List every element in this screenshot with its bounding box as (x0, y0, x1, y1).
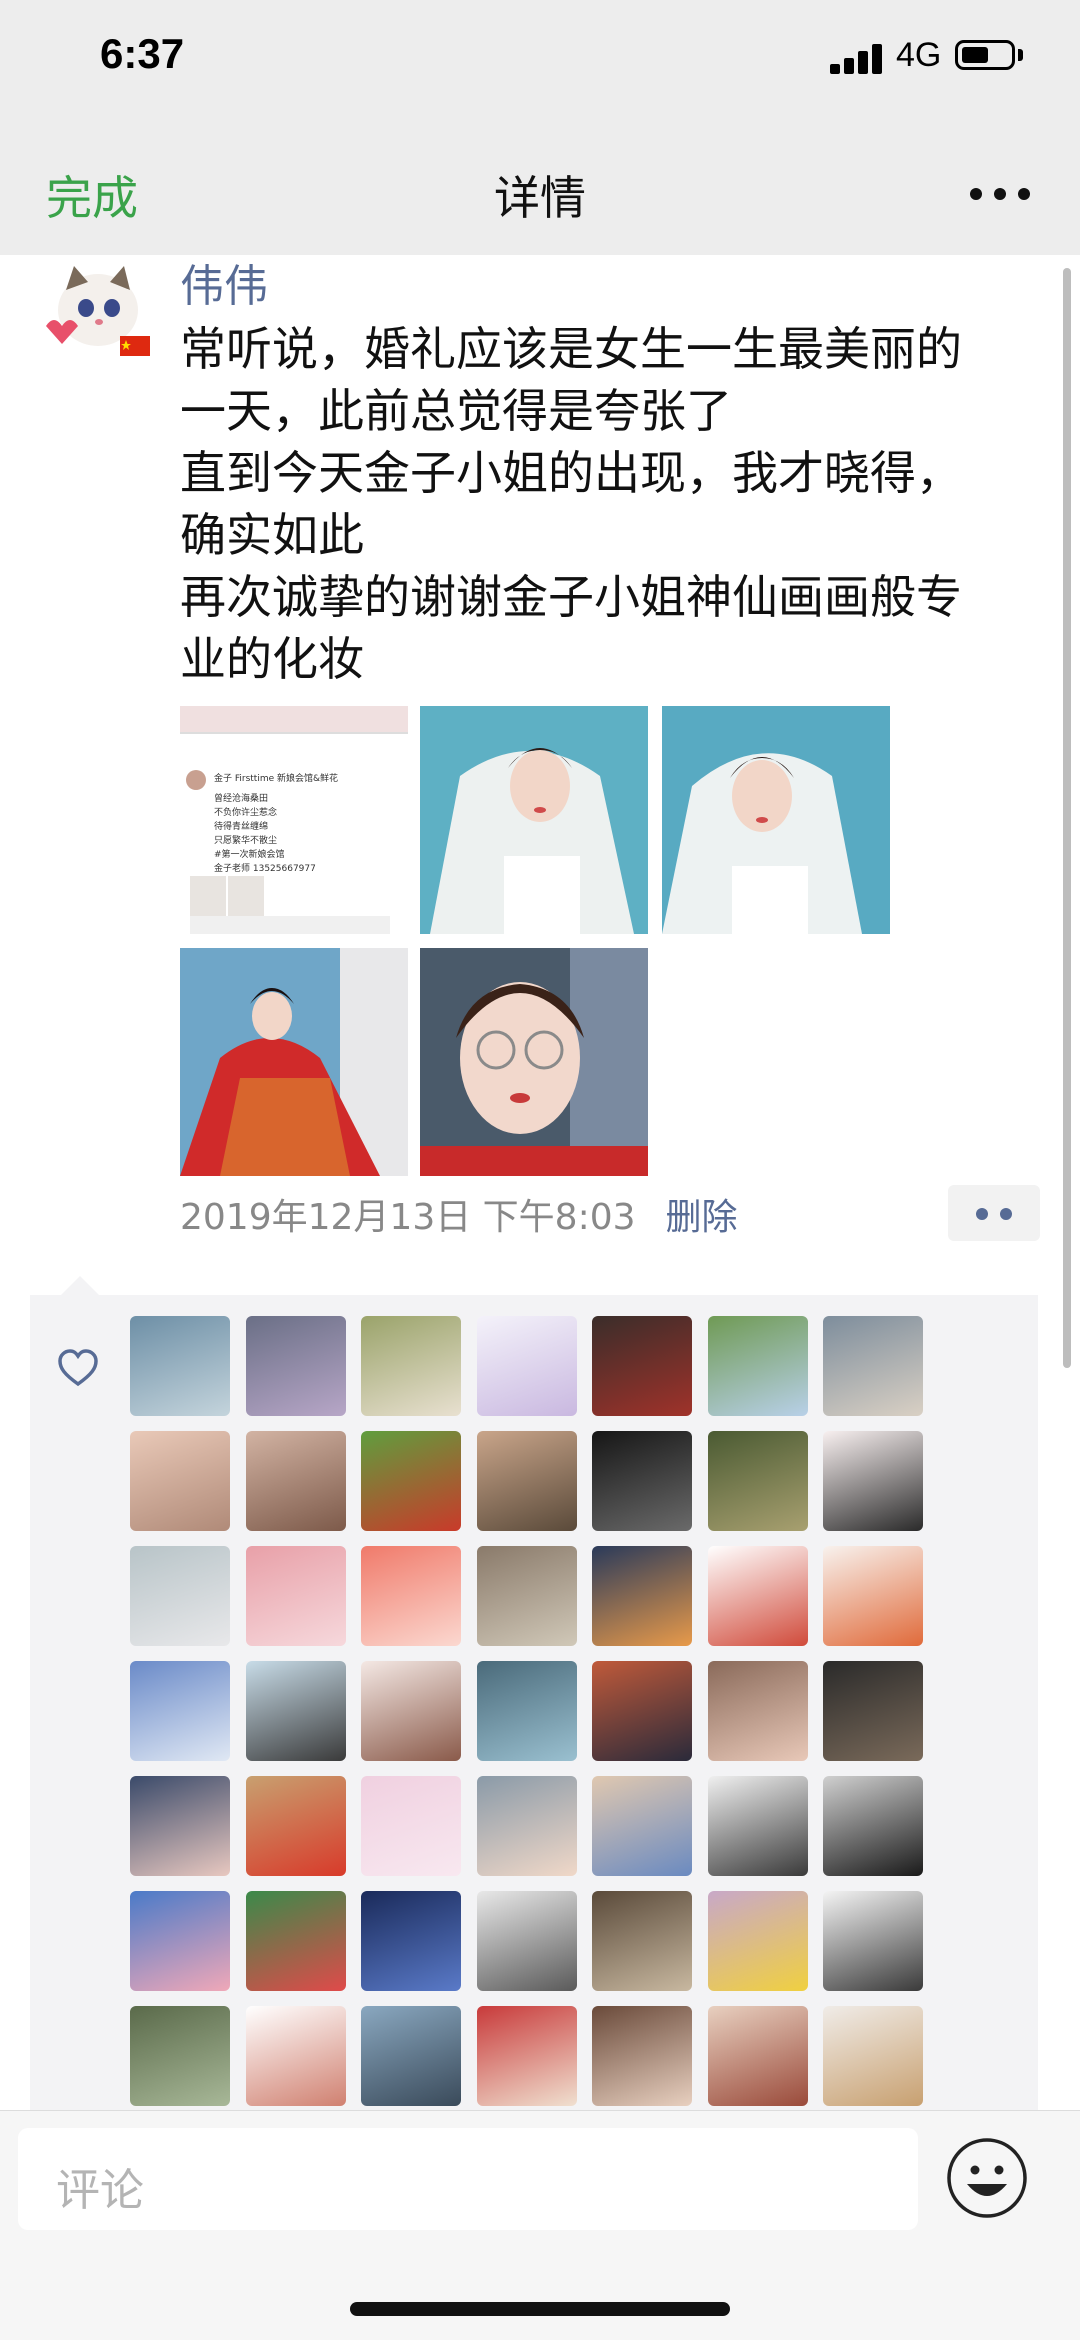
like-avatar[interactable] (245, 1776, 346, 1876)
post-meta: 2019年12月13日 下午8:03 删除 (180, 1188, 738, 1240)
like-avatar[interactable] (361, 1546, 461, 1646)
more-dots-icon[interactable] (970, 188, 1030, 202)
like-avatar[interactable] (130, 1776, 230, 1876)
like-avatar[interactable] (130, 1661, 230, 1761)
battery-icon (955, 40, 1015, 70)
post-photo-2[interactable] (420, 706, 648, 934)
emoji-face-icon[interactable] (945, 2136, 1029, 2220)
like-avatar[interactable] (823, 1431, 923, 1531)
like-avatar[interactable] (592, 1661, 692, 1761)
nav-bar: 完成 详情 (0, 130, 1080, 255)
like-avatar[interactable] (476, 2006, 577, 2106)
like-avatar[interactable] (823, 1546, 923, 1646)
like-avatar[interactable] (823, 2006, 923, 2106)
post-photo-5[interactable] (420, 948, 648, 1176)
avatar[interactable] (36, 262, 152, 362)
like-avatar[interactable] (361, 1776, 461, 1876)
like-avatar[interactable] (592, 1431, 692, 1531)
like-avatar[interactable] (361, 1891, 461, 1991)
post-line: 业的化妆 (180, 632, 364, 686)
comment-input[interactable]: 评论 (18, 2128, 918, 2230)
post-photo-3[interactable] (662, 706, 890, 934)
likes-pointer (60, 1276, 100, 1296)
like-avatar[interactable] (476, 1316, 577, 1416)
like-avatar[interactable] (130, 1431, 230, 1531)
like-avatar[interactable] (823, 1776, 923, 1876)
post-line: 确实如此 (180, 508, 364, 562)
like-avatar[interactable] (361, 1431, 461, 1531)
photo-caption: 金子老师 13525667977 (214, 864, 316, 874)
like-avatar[interactable] (130, 1546, 230, 1646)
delete-link[interactable]: 删除 (666, 1197, 738, 1238)
like-avatar[interactable] (823, 1316, 923, 1416)
like-avatar[interactable] (476, 1891, 577, 1991)
page-title: 详情 (494, 171, 586, 225)
like-avatar[interactable] (130, 1316, 230, 1416)
like-avatar[interactable] (707, 1776, 808, 1876)
post-line: 直到今天金子小姐的出现，我才晓得， (180, 446, 962, 500)
post-photo-1[interactable]: 金子 Firsttime 新娘会馆&鲜花 曾经沧海桑田 不负你许尘惹念 待得青丝… (180, 706, 408, 934)
like-avatar[interactable] (476, 1546, 577, 1646)
like-avatar[interactable] (707, 1661, 808, 1761)
like-avatar[interactable] (245, 1661, 346, 1761)
status-bar: 6:37 4G (0, 0, 1080, 130)
network-type: 4G (896, 36, 942, 74)
photo-caption: 不负你许尘惹念 (214, 808, 278, 818)
home-indicator[interactable] (350, 2302, 730, 2316)
like-avatar[interactable] (592, 2006, 692, 2106)
like-avatar[interactable] (476, 1776, 577, 1876)
post-text: 常听说，婚礼应该是女生一生最美丽的 一天，此前总觉得是夸张了 直到今天金子小姐的… (180, 318, 1040, 690)
like-avatar[interactable] (707, 2006, 808, 2106)
signal-icon (830, 42, 886, 74)
status-time: 6:37 (100, 30, 185, 77)
like-avatar[interactable] (707, 1316, 808, 1416)
battery-tip (1018, 49, 1023, 61)
post-line: 一天，此前总觉得是夸张了 (180, 384, 732, 438)
like-avatar[interactable] (823, 1661, 923, 1761)
post-photo-4[interactable] (180, 948, 408, 1176)
post-line: 常听说，婚礼应该是女生一生最美丽的 (180, 322, 962, 376)
post-username[interactable]: 伟伟 (180, 250, 268, 314)
like-avatar[interactable] (707, 1891, 808, 1991)
like-avatar[interactable] (592, 1546, 692, 1646)
like-avatar[interactable] (130, 1891, 230, 1991)
like-avatar[interactable] (245, 1891, 346, 1991)
post-timestamp: 2019年12月13日 下午8:03 (180, 1197, 636, 1238)
like-avatar[interactable] (707, 1431, 808, 1531)
post-line: 再次诚挚的谢谢金子小姐神仙画画般专 (180, 570, 962, 624)
photo-caption: 只愿繁华不散尘 (214, 836, 278, 846)
heart-outline-icon (56, 1348, 100, 1388)
like-avatar[interactable] (130, 2006, 230, 2106)
photo-caption: 曾经沧海桑田 (214, 794, 269, 804)
like-avatar[interactable] (476, 1661, 577, 1761)
like-avatar[interactable] (245, 1431, 346, 1531)
like-avatar[interactable] (707, 1546, 808, 1646)
like-avatar[interactable] (823, 1891, 923, 1991)
like-avatar[interactable] (245, 1546, 346, 1646)
photo-caption: #第一次新娘会馆 (214, 850, 285, 860)
like-avatar[interactable] (361, 1661, 461, 1761)
like-avatar[interactable] (592, 1891, 692, 1991)
like-avatar[interactable] (476, 1431, 577, 1531)
comment-placeholder: 评论 (56, 2165, 144, 2216)
like-avatar[interactable] (361, 2006, 461, 2106)
like-avatar[interactable] (592, 1776, 692, 1876)
photo-caption: 金子 Firsttime 新娘会馆&鲜花 (214, 774, 339, 784)
photo-caption: 待得青丝缠绵 (214, 822, 269, 832)
post-actions-button[interactable] (948, 1185, 1040, 1241)
like-avatar[interactable] (592, 1316, 692, 1416)
like-avatar[interactable] (245, 1316, 346, 1416)
like-avatar[interactable] (245, 2006, 346, 2106)
scrollbar[interactable] (1063, 268, 1071, 1368)
like-avatar[interactable] (361, 1316, 461, 1416)
